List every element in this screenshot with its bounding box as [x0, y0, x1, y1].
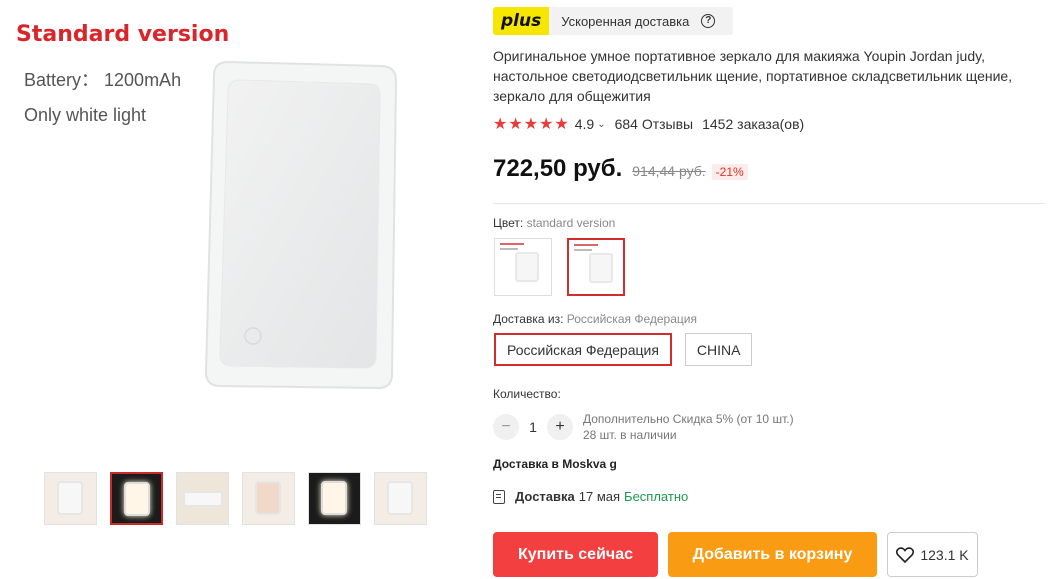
quantity-plus-button[interactable]: + — [547, 414, 573, 440]
thumbnail-strip — [44, 472, 427, 525]
thumbnail-2[interactable] — [110, 472, 163, 525]
color-swatch-2[interactable] — [567, 238, 625, 296]
delivery-date: 17 мая — [578, 489, 621, 504]
thumbnail-6[interactable] — [374, 472, 427, 525]
plus-logo: plus — [493, 7, 550, 35]
color-swatch-1[interactable] — [494, 238, 552, 296]
plus-delivery-text: Ускоренная доставка — [561, 13, 690, 29]
ship-option-china[interactable]: CHINA — [684, 333, 753, 366]
stock-text: 28 шт. в наличии — [583, 428, 677, 442]
product-gallery: Standard version Battery： 1200mAh Only w… — [0, 0, 470, 579]
price-row: 722,50 руб. 914,44 руб. -21% — [493, 155, 748, 183]
delivery-doc-icon — [493, 489, 505, 504]
quantity-minus-button[interactable]: − — [493, 414, 519, 440]
ship-option-russia[interactable]: Российская Федерация — [494, 333, 672, 366]
rating-row: ★★★★★ 4.9 ⌄ 684 Отзывы 1452 заказа(ов) — [493, 114, 804, 134]
divider — [493, 203, 1045, 204]
discount-badge: -21% — [711, 164, 748, 180]
plus-delivery-banner[interactable]: plus Ускоренная доставка ? — [493, 7, 733, 35]
delivery-row: Доставка 17 мая Бесплатно — [493, 489, 688, 504]
action-buttons: Купить сейчас Добавить в корзину 123.1 K — [493, 532, 978, 577]
quantity-value[interactable]: 1 — [519, 419, 547, 435]
quantity-note: Дополнительно Скидка 5% (от 10 шт.) 28 ш… — [583, 411, 794, 443]
ship-from-label: Доставка из: Российская Федерация — [493, 312, 697, 326]
delivery-label: Доставка — [515, 489, 575, 504]
ship-from-options: Российская Федерация CHINA — [494, 333, 753, 366]
delivery-destination[interactable]: Доставка в Moskva g — [493, 457, 617, 471]
heart-icon — [896, 546, 915, 563]
thumbnail-1[interactable] — [44, 472, 97, 525]
bulk-discount-text: Дополнительно Скидка 5% (от 10 шт.) — [583, 412, 794, 426]
thumbnail-5[interactable] — [308, 472, 361, 525]
old-price: 914,44 руб. — [632, 163, 706, 179]
question-circle-icon[interactable]: ? — [701, 14, 716, 28]
quantity-stepper: − 1 + Дополнительно Скидка 5% (от 10 шт.… — [493, 411, 794, 443]
color-label: Цвет: standard version — [493, 216, 615, 230]
color-label-text: Цвет: — [493, 216, 524, 230]
ship-from-label-text: Доставка из: — [493, 312, 564, 326]
reviews-link[interactable]: 684 Отзывы — [615, 116, 694, 132]
delivery-cost: Бесплатно — [624, 489, 689, 504]
product-main-image[interactable]: Standard version Battery： 1200mAh Only w… — [0, 0, 470, 450]
add-to-cart-button[interactable]: Добавить в корзину — [668, 532, 877, 577]
product-title: Оригинальное умное портативное зеркало д… — [493, 48, 1013, 104]
star-rating-icon: ★★★★★ — [493, 116, 570, 133]
chevron-down-icon[interactable]: ⌄ — [597, 119, 605, 130]
wishlist-button[interactable]: 123.1 K — [887, 532, 978, 577]
ship-from-value: Российская Федерация — [566, 312, 697, 326]
current-price: 722,50 руб. — [493, 155, 623, 182]
rating-value[interactable]: 4.9 — [575, 116, 594, 132]
thumbnail-4[interactable] — [242, 472, 295, 525]
mirror-illustration — [204, 60, 398, 390]
orders-count: 1452 заказа(ов) — [702, 116, 805, 132]
quantity-label: Количество: — [493, 387, 561, 401]
wishlist-count: 123.1 K — [920, 546, 969, 563]
buy-now-button[interactable]: Купить сейчас — [493, 532, 658, 577]
thumbnail-3[interactable] — [176, 472, 229, 525]
color-value: standard version — [526, 216, 616, 230]
color-swatches — [494, 238, 625, 296]
